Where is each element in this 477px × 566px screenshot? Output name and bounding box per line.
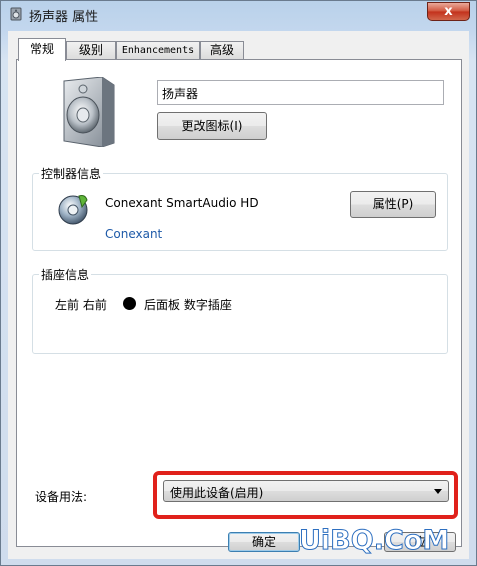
properties-window: 扬声器 属性 x 常规 级别 Enhancements 高级 扬声器 更改图标(… bbox=[0, 0, 477, 566]
controller-name: Conexant SmartAudio HD bbox=[105, 196, 259, 210]
ok-button[interactable]: 确定 bbox=[228, 532, 300, 552]
jack-color-dot bbox=[123, 297, 136, 310]
jack-info-group: 插座信息 左前 右前 后面板 数字插座 bbox=[32, 266, 448, 354]
tab-advanced[interactable]: 高级 bbox=[200, 41, 244, 59]
window-title: 扬声器 属性 bbox=[29, 10, 99, 25]
controller-info-title: 控制器信息 bbox=[39, 165, 104, 182]
jack-position-text: 左前 右前 bbox=[55, 298, 107, 312]
site-watermark: UiBQ.CoM bbox=[298, 525, 450, 557]
device-usage-label: 设备用法: bbox=[35, 490, 88, 504]
audio-controller-icon bbox=[58, 195, 88, 225]
usage-highlight-box bbox=[153, 471, 458, 519]
change-icon-button[interactable]: 更改图标(I) bbox=[157, 112, 267, 140]
controller-vendor-link[interactable]: Conexant bbox=[105, 227, 162, 241]
tab-levels[interactable]: 级别 bbox=[66, 41, 116, 59]
close-button[interactable]: x bbox=[427, 2, 470, 21]
jack-info-title: 插座信息 bbox=[39, 266, 92, 283]
speaker-device-icon bbox=[63, 77, 115, 147]
tab-enhancements[interactable]: Enhancements bbox=[116, 41, 200, 59]
speaker-title-icon bbox=[10, 7, 22, 21]
tab-general[interactable]: 常规 bbox=[18, 38, 66, 61]
controller-info-group: 控制器信息 Conexant SmartAudio HD Conexant 属性… bbox=[32, 165, 448, 251]
controller-properties-button[interactable]: 属性(P) bbox=[350, 191, 436, 218]
device-name-input[interactable]: 扬声器 bbox=[157, 80, 444, 105]
jack-location-text: 后面板 数字插座 bbox=[144, 298, 232, 312]
title-bar[interactable]: 扬声器 属性 x bbox=[1, 1, 476, 27]
